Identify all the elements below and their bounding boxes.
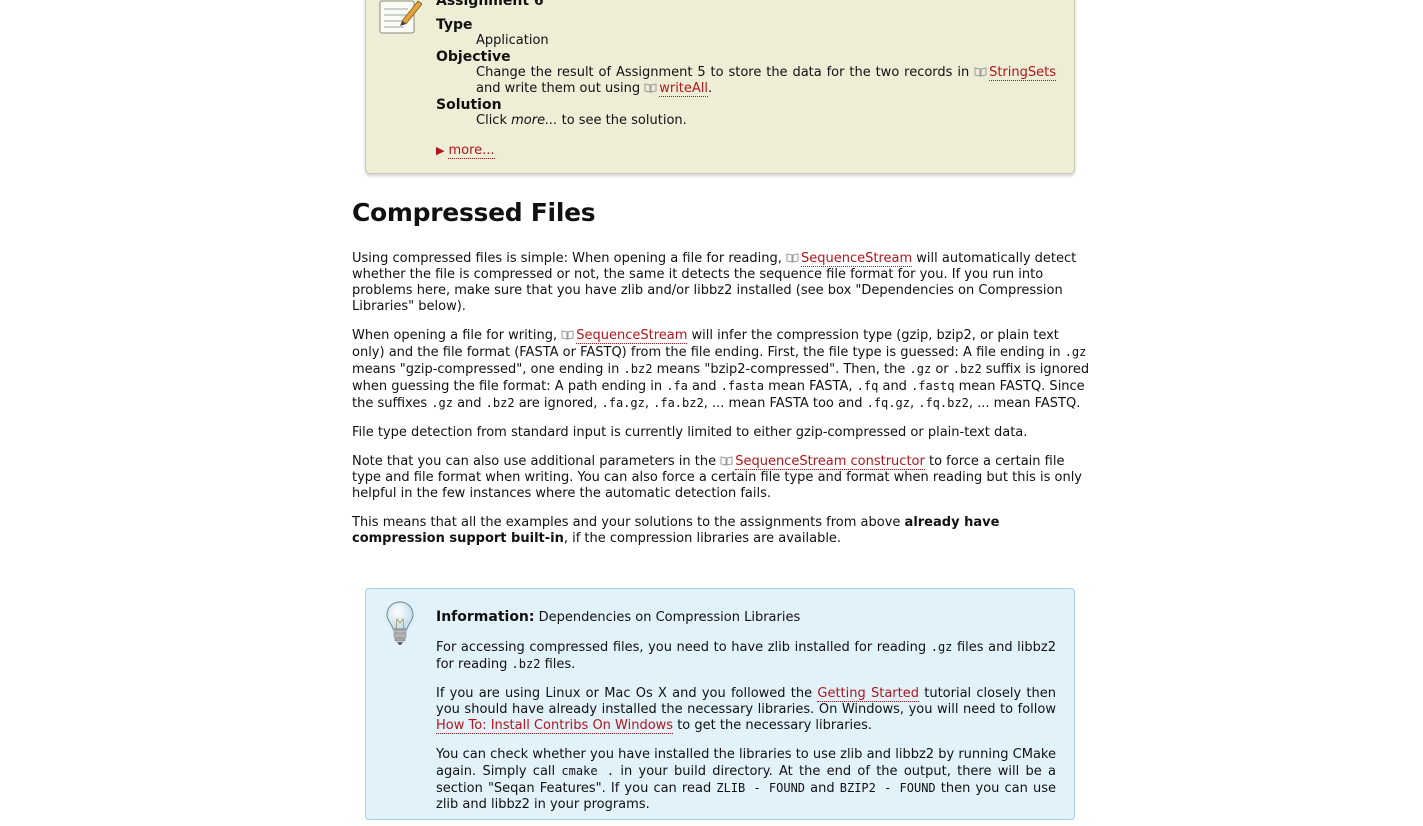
code: .gz — [909, 362, 932, 376]
paragraph-summary: This means that all the examples and you… — [352, 515, 1090, 547]
code: .gz — [930, 640, 953, 654]
solution-label: Solution — [436, 97, 502, 113]
more-link[interactable]: more... — [448, 143, 495, 159]
solution-text-b: to see the solution. — [557, 113, 687, 128]
code: .fa — [666, 379, 688, 393]
code: .fq — [856, 379, 879, 393]
paragraph-stdin: File type detection from standard input … — [352, 425, 1028, 440]
code: .gz — [1064, 345, 1087, 359]
text: to get the necessary libraries. — [673, 718, 873, 733]
text: When opening a file for writing, — [352, 328, 562, 343]
paragraph-constructor: Note that you can also use additional pa… — [352, 454, 1090, 502]
info-paragraph-cmake: You can check whether you have installed… — [436, 747, 1056, 813]
info-paragraph-install: If you are using Linux or Mac Os X and y… — [436, 686, 1056, 734]
information-label: Information: — [436, 609, 535, 625]
text: or — [931, 362, 953, 377]
text: , ... mean FASTQ. — [968, 396, 1081, 411]
type-value: Application — [476, 33, 549, 48]
compressed-files-section: Compressed Files Using compressed files … — [352, 198, 1090, 560]
solution-emphasis: more... — [511, 113, 558, 128]
more-toggle[interactable]: ▶ more... — [436, 143, 1056, 159]
text: and — [878, 379, 912, 394]
sequencestream-constructor-link[interactable]: SequenceStream constructor — [735, 454, 925, 470]
info-paragraph-libraries: For accessing compressed files, you need… — [436, 639, 1056, 673]
code: .bz2 — [623, 362, 653, 376]
open-book-icon — [786, 253, 799, 263]
writeall-link[interactable]: writeAll — [659, 81, 709, 97]
text: are ignored, — [514, 396, 602, 411]
objective-text: Change the result of Assignment 5 to sto… — [476, 65, 1056, 97]
code: .fa.bz2 — [653, 396, 704, 410]
objective-text-b: and write them out using — [476, 81, 645, 96]
assignment-content: Assignment 6 Type Application Objective … — [436, 0, 1056, 159]
text: Using compressed files is simple: When o… — [352, 251, 786, 266]
lightbulb-icon — [386, 601, 414, 645]
code: cmake . — [561, 764, 615, 778]
section-heading: Compressed Files — [352, 198, 596, 227]
code: .fa.gz — [601, 396, 645, 410]
code: .fastq — [911, 379, 955, 393]
assignment-title: Assignment 6 — [436, 0, 544, 9]
open-book-icon — [974, 67, 987, 77]
information-heading: Information: Dependencies on Compression… — [436, 609, 1056, 626]
notepad-pencil-icon — [379, 0, 422, 34]
paragraph-writing: When opening a file for writing, Sequenc… — [352, 328, 1090, 412]
text: , ... mean FASTA too and — [703, 396, 867, 411]
code: .fasta — [720, 379, 764, 393]
assignment-box: Assignment 6 Type Application Objective … — [365, 0, 1075, 174]
triangle-right-icon: ▶ — [436, 144, 445, 157]
objective-label: Objective — [436, 49, 511, 65]
text: For accessing compressed files, you need… — [436, 640, 931, 655]
objective-text-a: Change the result of Assignment 5 to sto… — [476, 65, 975, 80]
text: and — [805, 781, 840, 796]
text: Note that you can also use additional pa… — [352, 454, 721, 469]
solution-text-a: Click — [476, 113, 512, 128]
code: ZLIB - FOUND — [716, 781, 806, 795]
getting-started-link[interactable]: Getting Started — [817, 686, 919, 702]
text: and — [452, 396, 486, 411]
code: BZIP2 - FOUND — [839, 781, 936, 795]
text: and — [687, 379, 721, 394]
paragraph-reading: Using compressed files is simple: When o… — [352, 251, 1090, 315]
code: .bz2 — [952, 362, 982, 376]
text: files. — [540, 657, 576, 672]
information-title: Dependencies on Compression Libraries — [534, 610, 801, 625]
open-book-icon — [644, 83, 657, 93]
text: If you are using Linux or Mac Os X and y… — [436, 686, 818, 701]
stringsets-link[interactable]: StringSets — [989, 65, 1056, 81]
code: .fq.bz2 — [918, 396, 969, 410]
text: , — [909, 396, 919, 411]
information-content: Information: Dependencies on Compression… — [436, 609, 1056, 826]
code: .bz2 — [511, 657, 541, 671]
text: mean FASTA, — [764, 379, 857, 394]
text: , — [644, 396, 654, 411]
code: .bz2 — [485, 396, 515, 410]
open-book-icon — [720, 456, 733, 466]
sequencestream-link[interactable]: SequenceStream — [801, 251, 913, 267]
text: means "bzip2-compressed". Then, the — [652, 362, 910, 377]
solution-text: Click more... to see the solution. — [476, 113, 1056, 129]
code: .fq.gz — [866, 396, 910, 410]
code: .gz — [431, 396, 453, 410]
text: This means that all the examples and you… — [352, 515, 905, 530]
text: , if the compression libraries are avail… — [563, 531, 842, 546]
install-contribs-windows-link[interactable]: How To: Install Contribs On Windows — [436, 718, 674, 734]
type-label: Type — [436, 17, 473, 33]
sequencestream-link[interactable]: SequenceStream — [576, 328, 688, 344]
text: means "gzip-compressed", one ending in — [352, 362, 624, 377]
information-box: Information: Dependencies on Compression… — [365, 588, 1075, 820]
open-book-icon — [561, 330, 574, 340]
objective-text-c: . — [708, 81, 713, 96]
